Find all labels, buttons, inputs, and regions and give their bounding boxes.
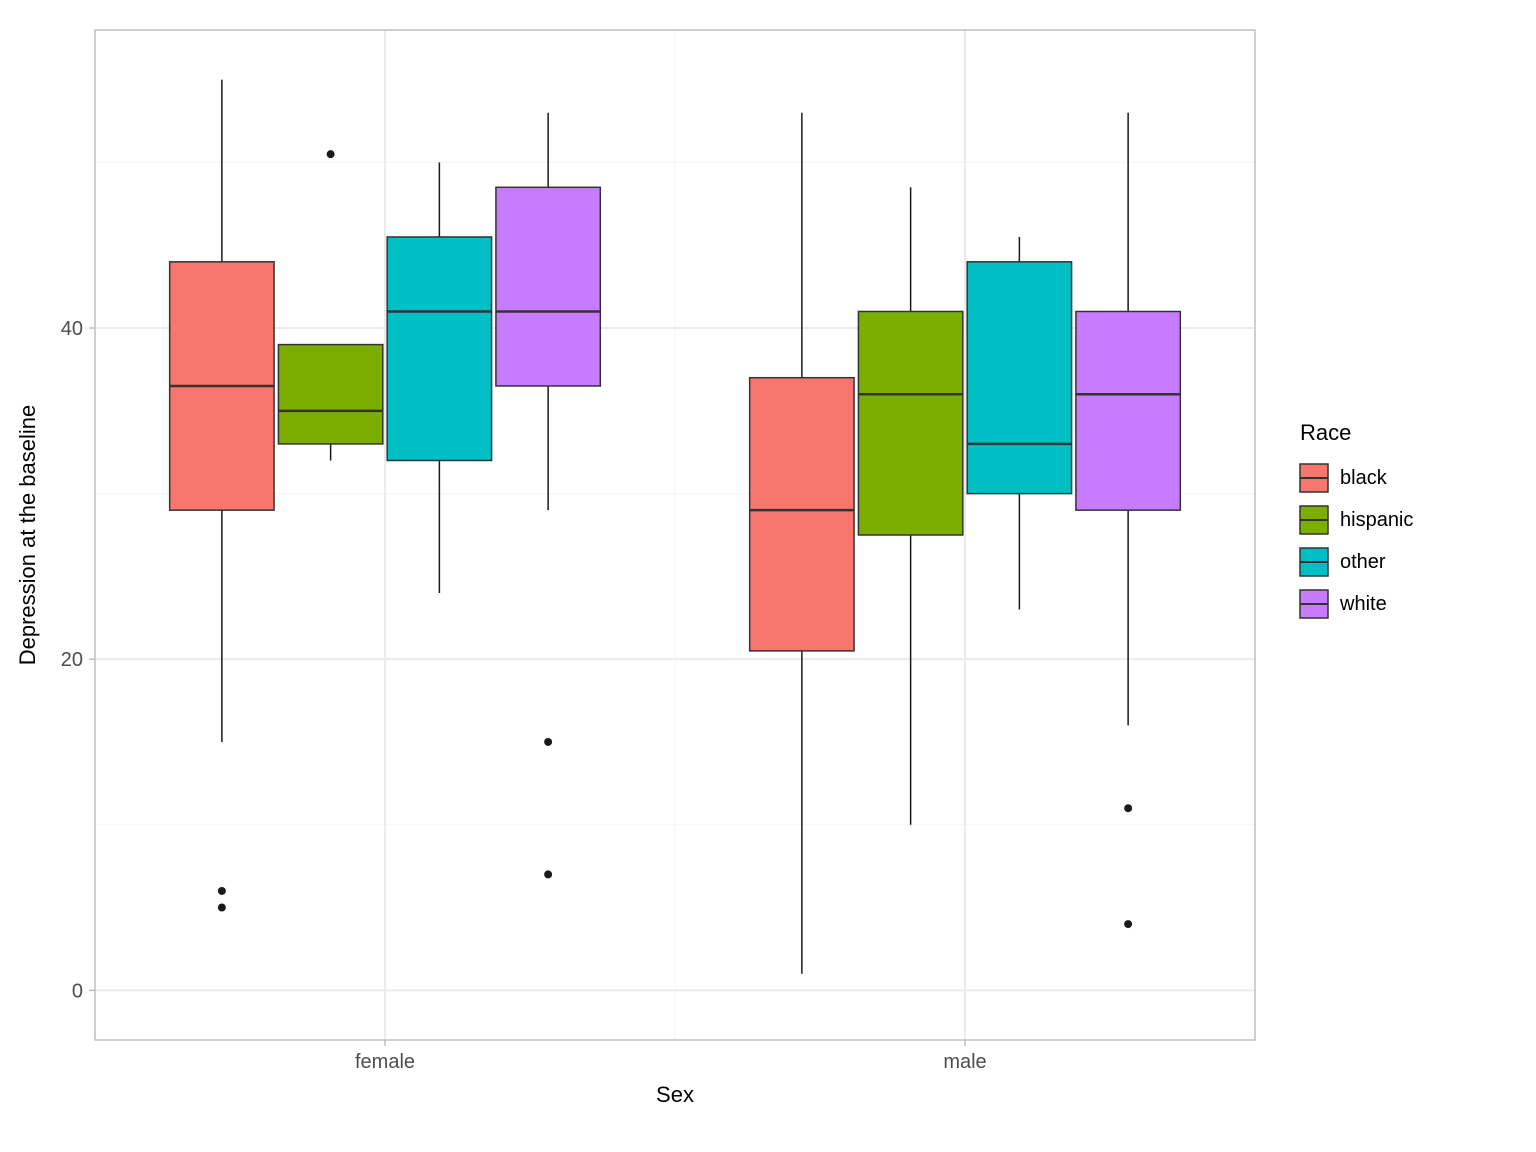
box-female-white	[496, 187, 600, 386]
y-tick-label: 0	[72, 980, 83, 1002]
x-axis-title: Sex	[656, 1082, 694, 1107]
legend-title: Race	[1300, 420, 1351, 445]
box-male-other	[967, 262, 1071, 494]
outlier-point	[218, 887, 226, 895]
y-tick-label: 40	[61, 318, 83, 340]
box-male-black	[750, 378, 854, 651]
y-axis-title: Depression at the baseline	[15, 405, 40, 666]
x-tick-label: male	[943, 1051, 986, 1073]
legend: Race black hispanic other white	[1300, 420, 1413, 618]
legend-label-black: black	[1340, 467, 1388, 489]
boxplot-chart: 0 20 40 female male Sex Depression at the base…	[0, 0, 1536, 1152]
x-tick-label: female	[355, 1051, 415, 1073]
outlier-point	[327, 150, 335, 158]
legend-label-other: other	[1340, 551, 1386, 573]
outlier-point	[544, 738, 552, 746]
box-female-other	[387, 237, 491, 461]
box-male-hispanic	[858, 311, 962, 535]
legend-label-white: white	[1339, 593, 1387, 615]
outlier-point	[1124, 804, 1132, 812]
y-tick-label: 20	[61, 649, 83, 671]
box-male-white	[1076, 311, 1180, 510]
outlier-point	[1124, 920, 1132, 928]
box-female-hispanic	[278, 345, 382, 444]
legend-label-hispanic: hispanic	[1340, 509, 1413, 531]
outlier-point	[218, 904, 226, 912]
outlier-point	[544, 870, 552, 878]
